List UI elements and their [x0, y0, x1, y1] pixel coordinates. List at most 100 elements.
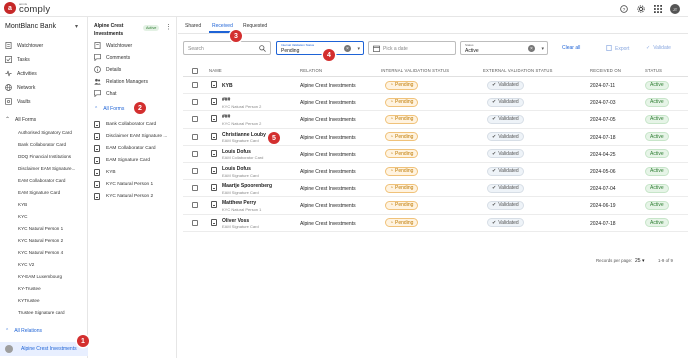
- form-name[interactable]: Louis Dofus: [222, 166, 251, 172]
- table-row[interactable]: Maartje Spoorenberg EAM Signature Card Alp…: [183, 180, 688, 198]
- date-picker[interactable]: Pick a date: [368, 41, 456, 55]
- relation-form-link[interactable]: Bank Collaborator Card: [94, 121, 156, 128]
- tab-received[interactable]: Received: [212, 23, 233, 29]
- table-row[interactable]: Matthew Perry KYC Natural Person 1 Alpine …: [183, 197, 688, 215]
- relation-form-link[interactable]: KYC Natural Person 2: [94, 193, 153, 200]
- sidebar-form-link[interactable]: KYTrustee: [18, 298, 40, 303]
- status-filter[interactable]: Status Active × ▾: [460, 41, 548, 55]
- user-avatar[interactable]: JT: [670, 4, 680, 14]
- sidebar-form-link[interactable]: Trustee Signature card: [18, 310, 65, 315]
- sidebar-form-link[interactable]: KY-EAM Luxembourg: [18, 274, 62, 279]
- form-name[interactable]: Matthew Perry: [222, 200, 256, 206]
- column-header[interactable]: RELATION: [300, 68, 322, 73]
- tab-requested[interactable]: Requested: [243, 23, 267, 29]
- sidebar-form-link[interactable]: KYC Natural Person 2: [18, 238, 63, 243]
- sidebar-form-link[interactable]: EAM Collaborator Card: [18, 178, 66, 183]
- relation-form-link[interactable]: Disclaimer EAM Signature ...: [94, 133, 167, 140]
- table-row[interactable]: KYB Alpine Crest Investments ◔ Pending ✔ Vali…: [183, 77, 688, 95]
- select-all-checkbox[interactable]: [192, 67, 198, 74]
- relation-nav-watchtower[interactable]: Watchtower: [94, 42, 132, 49]
- column-header[interactable]: INTERNAL VALIDATION STATUS: [381, 68, 449, 73]
- button-label: Clear all: [562, 45, 581, 51]
- external-status-chip: ✔ Validated: [487, 80, 524, 90]
- nav-tasks[interactable]: Tasks: [5, 56, 30, 63]
- sidebar-form-link[interactable]: Disclaimer EAM Signature...: [18, 166, 75, 171]
- help-icon[interactable]: ?: [619, 5, 628, 14]
- search-icon[interactable]: [259, 45, 266, 54]
- relation-nav-comments[interactable]: Comments: [94, 54, 130, 61]
- form-name[interactable]: Oliver Voss: [222, 218, 249, 224]
- table-row[interactable]: Christianne Louby EAM Signature Card Alpin…: [183, 129, 688, 146]
- selected-relation[interactable]: Alpine Crest Investments: [0, 342, 88, 356]
- form-name[interactable]: Louis Dofus: [222, 149, 251, 155]
- clear-icon[interactable]: ×: [344, 45, 351, 52]
- form-name[interactable]: Maartje Spoorenberg: [222, 183, 272, 189]
- relation-form-link[interactable]: KYB: [94, 169, 116, 176]
- form-name[interactable]: ###: [222, 114, 230, 120]
- relation-all-forms-toggle[interactable]: ⌃ All Forms: [94, 106, 124, 112]
- column-header[interactable]: EXTERNAL VALIDATION STATUS: [483, 68, 553, 73]
- sidebar-form-link[interactable]: DDQ Financial Institutions: [18, 154, 71, 159]
- row-checkbox[interactable]: [192, 185, 198, 192]
- gear-icon[interactable]: [636, 5, 645, 14]
- row-checkbox[interactable]: [192, 116, 198, 123]
- form-name[interactable]: KYB: [222, 83, 233, 89]
- internal-validation-filter[interactable]: Internal Validation Status Pending × ▾: [276, 41, 364, 55]
- nav-label: Watchtower: [106, 42, 133, 49]
- row-checkbox[interactable]: [192, 99, 198, 106]
- form-name[interactable]: ###: [222, 97, 230, 103]
- validate-button[interactable]: ✓ Validate: [646, 45, 671, 51]
- table-row[interactable]: Oliver Voss EAM Signature Card Alpine Cres…: [183, 215, 688, 232]
- table-row[interactable]: ### KYC Natural Person 2 Alpine Crest Inve…: [183, 94, 688, 112]
- sidebar-form-link[interactable]: KYC Natural Person 1: [18, 226, 63, 231]
- clear-icon[interactable]: ×: [528, 45, 535, 52]
- chevron-down-icon[interactable]: ▾: [357, 46, 360, 52]
- relation-form-link[interactable]: EAM Collaborator Card: [94, 145, 156, 152]
- all-relations-toggle[interactable]: ⌃ All Relations: [5, 328, 42, 334]
- relation-nav-chat[interactable]: Chat: [94, 90, 117, 97]
- relation-form-link[interactable]: EAM Signature Card: [94, 157, 150, 164]
- sidebar-form-link[interactable]: KY-Trustee: [18, 286, 41, 291]
- chevron-down-icon[interactable]: ▾: [75, 23, 78, 30]
- table-row[interactable]: ### KYC Natural Person 2 Alpine Crest Inve…: [183, 111, 688, 129]
- column-header[interactable]: NAME: [209, 68, 222, 73]
- row-checkbox[interactable]: [192, 133, 198, 140]
- sidebar-form-link[interactable]: KYC V2: [18, 262, 34, 267]
- sidebar-form-link[interactable]: Bank Collaborator Card: [18, 142, 66, 147]
- all-forms-toggle[interactable]: ⌃ All Forms: [5, 116, 36, 124]
- tab-shared[interactable]: Shared: [185, 23, 201, 29]
- sidebar-form-link[interactable]: KYB: [18, 202, 27, 207]
- nav-vaults[interactable]: Vaults: [5, 98, 31, 105]
- relation-form-link[interactable]: KYC Natural Person 1: [94, 181, 153, 188]
- more-vertical-icon[interactable]: ⋮: [165, 23, 172, 31]
- table-row[interactable]: Louis Dofus EAM Collaborator Card Alpine C…: [183, 146, 688, 163]
- sidebar-form-link[interactable]: KYC Natural Person 4: [18, 250, 63, 255]
- apps-grid-icon[interactable]: [653, 5, 662, 14]
- company-name[interactable]: MontBlanc Bank: [5, 23, 56, 30]
- relation-nav-managers[interactable]: Relation Managers: [94, 78, 148, 85]
- column-header[interactable]: RECEIVED ON: [590, 68, 621, 73]
- clear-all-button[interactable]: Clear all: [562, 45, 580, 51]
- row-checkbox[interactable]: [192, 150, 198, 157]
- row-checkbox[interactable]: [192, 219, 198, 226]
- form-name[interactable]: Christianne Louby: [222, 132, 266, 138]
- sidebar-form-link[interactable]: Authorised Signatory Card: [18, 130, 72, 135]
- document-icon: [211, 98, 217, 106]
- nav-network[interactable]: Network: [5, 84, 35, 91]
- relation-nav-details[interactable]: Details: [94, 66, 121, 73]
- nav-activities[interactable]: Activities: [5, 70, 37, 77]
- pending-icon: ◔: [390, 116, 394, 123]
- column-header[interactable]: STATUS: [645, 68, 662, 73]
- row-checkbox[interactable]: [192, 202, 198, 209]
- nav-watchtower[interactable]: Watchtower: [5, 42, 43, 49]
- sidebar-form-link[interactable]: KYC: [18, 214, 27, 219]
- sidebar-form-link[interactable]: EAM Signature Card: [18, 190, 60, 195]
- app-logo[interactable]: a amnis comply: [4, 2, 64, 15]
- search-input[interactable]: Search: [183, 41, 271, 55]
- rows-per-page-select[interactable]: 25 ▾: [635, 258, 644, 264]
- chevron-down-icon[interactable]: ▾: [541, 46, 544, 52]
- row-checkbox[interactable]: [192, 168, 198, 174]
- row-checkbox[interactable]: [192, 82, 198, 88]
- table-row[interactable]: Louis Dofus EAM Signature Card Alpine Cres…: [183, 163, 688, 181]
- export-button[interactable]: Export: [606, 45, 629, 53]
